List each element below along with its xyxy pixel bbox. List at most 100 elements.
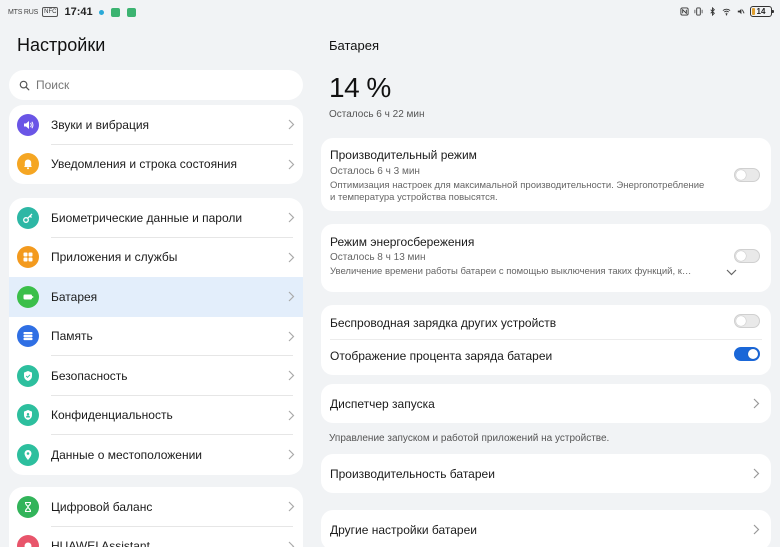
chevron-down-icon[interactable]	[726, 269, 737, 276]
toggle-knob	[736, 170, 746, 180]
launch-manager-note: Управление запуском и работой приложений…	[329, 433, 610, 444]
sidebar-item-privacy[interactable]: Конфиденциальность	[9, 396, 303, 435]
power-saving-title: Режим энергосбережения	[330, 235, 475, 249]
settings-group: Звуки и вибрация Уведомления и строка сос…	[9, 105, 303, 184]
toggle-knob	[736, 251, 746, 261]
power-saving-card[interactable]: Режим энергосбережения Осталось 8 ч 13 м…	[321, 224, 771, 292]
sidebar-item-label: Конфиденциальность	[51, 408, 173, 423]
sidebar-item-bell[interactable]: Уведомления и строка состояния	[9, 145, 303, 185]
sidebar-item-sound[interactable]: Звуки и вибрация	[9, 105, 303, 145]
battery-panel: Батарея 14 % Осталось 6 ч 22 мин Произво…	[312, 26, 780, 547]
sidebar-item-label: Память	[51, 329, 93, 344]
show-battery-percent-toggle[interactable]	[734, 347, 760, 361]
location-icon	[17, 443, 39, 466]
shield-icon	[17, 364, 39, 387]
divider	[330, 339, 762, 340]
wireless-reverse-charging-toggle[interactable]	[734, 314, 760, 328]
performance-mode-desc: Оптимизация настроек для максимальной пр…	[330, 180, 705, 203]
status-bar: MTS RUS NFC 17:41 14	[0, 0, 780, 26]
search-icon	[19, 80, 30, 90]
sidebar-item-label: Данные о местоположении	[51, 447, 202, 462]
status-clock: 17:41	[64, 6, 93, 18]
panel-title: Батарея	[329, 38, 380, 53]
carrier-name: MTS RUS	[8, 8, 39, 16]
settings-group: Биометрические данные и пароли Приложения…	[9, 198, 303, 475]
settings-sidebar: Настройки Звуки и вибрация Уведомления и …	[0, 26, 312, 547]
sidebar-item-apps[interactable]: Приложения и службы	[9, 238, 303, 278]
toggle-knob	[748, 349, 758, 359]
sidebar-item-key[interactable]: Биометрические данные и пароли	[9, 198, 303, 238]
sidebar-item-label: Батарея	[51, 289, 98, 304]
sidebar-item-battery[interactable]: Батарея	[9, 277, 303, 317]
sidebar-item-label: Звуки и вибрация	[51, 117, 150, 132]
chevron-right-icon	[753, 524, 760, 535]
charging-options-card: Беспроводная зарядка других устройств От…	[321, 305, 771, 375]
chevron-right-icon	[288, 370, 295, 381]
sidebar-item-shield[interactable]: Безопасность	[9, 356, 303, 396]
wireless-reverse-charging-label: Беспроводная зарядка других устройств	[330, 316, 557, 330]
chevron-right-icon	[288, 119, 295, 130]
battery-performance-label: Производительность батареи	[330, 467, 495, 481]
search-box[interactable]	[9, 70, 303, 100]
battery-performance-row[interactable]: Производительность батареи	[321, 454, 771, 493]
performance-mode-toggle[interactable]	[734, 168, 760, 182]
battery-indicator-icon: 14	[750, 6, 774, 17]
toggle-knob	[736, 316, 746, 326]
performance-mode-title: Производительный режим	[330, 148, 477, 162]
chevron-right-icon	[288, 159, 295, 169]
key-icon	[17, 206, 39, 229]
app-notification-icon	[126, 7, 136, 17]
settings-group: Цифровой баланс HUAWEI Assistant	[9, 487, 303, 547]
performance-mode-remaining: Осталось 6 ч 3 мин	[330, 166, 420, 177]
sidebar-item-storage[interactable]: Память	[9, 317, 303, 356]
storage-icon	[17, 325, 39, 348]
power-saving-remaining: Осталось 8 ч 13 мин	[330, 252, 426, 263]
chevron-right-icon	[288, 291, 295, 302]
other-battery-settings-row[interactable]: Другие настройки батареи	[321, 510, 771, 547]
apps-icon	[17, 246, 39, 269]
battery-level-text: 14	[756, 7, 766, 16]
chevron-right-icon	[288, 331, 295, 341]
battery-percent: 14 %	[329, 72, 391, 103]
sidebar-item-label: HUAWEI Assistant	[51, 539, 150, 547]
mute-icon	[737, 8, 745, 15]
sidebar-item-label: Безопасность	[51, 368, 128, 383]
bluetooth-icon	[710, 7, 715, 16]
power-saving-toggle[interactable]	[734, 249, 760, 263]
show-battery-percent-label: Отображение процента заряда батареи	[330, 349, 553, 363]
launch-manager-label: Диспетчер запуска	[330, 397, 435, 411]
other-battery-settings-label: Другие настройки батареи	[330, 523, 477, 537]
hourglass-icon	[17, 495, 39, 518]
chevron-right-icon	[288, 501, 295, 512]
battery-remaining: Осталось 6 ч 22 мин	[329, 109, 425, 120]
sidebar-item-assistant[interactable]: HUAWEI Assistant	[9, 527, 303, 547]
chevron-right-icon	[753, 468, 760, 479]
sidebar-item-label: Цифровой баланс	[51, 499, 153, 514]
sidebar-item-label: Уведомления и строка состояния	[51, 157, 237, 172]
launch-manager-row[interactable]: Диспетчер запуска	[321, 384, 771, 423]
sidebar-item-label: Биометрические данные и пароли	[51, 210, 243, 225]
power-saving-desc: Увеличение времени работы батареи с помо…	[330, 266, 692, 277]
app-notification-icon	[110, 7, 120, 17]
nfc-icon	[680, 7, 689, 16]
chevron-right-icon	[288, 212, 295, 223]
vibrate-icon	[694, 7, 703, 16]
assistant-icon	[17, 535, 39, 547]
chevron-right-icon	[288, 252, 295, 262]
page-title: Настройки	[17, 35, 106, 55]
search-input[interactable]	[36, 78, 276, 92]
sound-icon	[17, 113, 39, 136]
wifi-icon	[722, 8, 731, 16]
sidebar-item-location[interactable]: Данные о местоположении	[9, 435, 303, 475]
nfc-badge: NFC	[42, 7, 59, 17]
bell-icon	[17, 153, 39, 176]
chevron-right-icon	[753, 398, 760, 409]
sidebar-item-label: Приложения и службы	[51, 250, 178, 265]
notification-dot-icon	[98, 9, 104, 15]
sidebar-item-hourglass[interactable]: Цифровой баланс	[9, 487, 303, 527]
privacy-icon	[17, 404, 39, 427]
chevron-right-icon	[288, 449, 295, 460]
performance-mode-card[interactable]: Производительный режим Осталось 6 ч 3 ми…	[321, 138, 771, 211]
chevron-right-icon	[288, 410, 295, 420]
battery-icon	[17, 285, 39, 308]
